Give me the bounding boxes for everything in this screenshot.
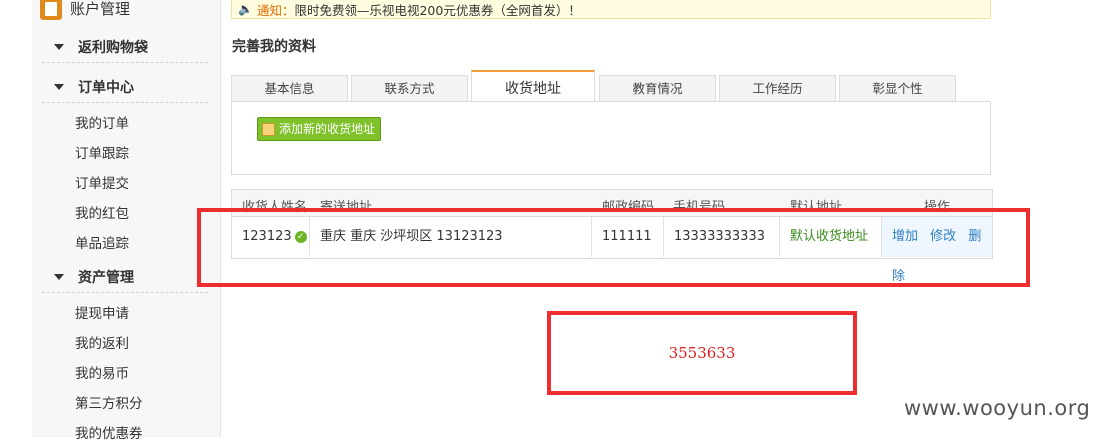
notice-link[interactable]: 限时免费领—乐视电视200元优惠券（全网首发）！ — [294, 0, 580, 19]
sidebar-item-order-tracking[interactable]: 订单跟踪 — [75, 142, 129, 162]
section-asset-management[interactable]: 资产管理 — [42, 262, 208, 293]
sidebar-item-my-rebate[interactable]: 我的返利 — [75, 332, 129, 352]
sidebar-item-item-tracking[interactable]: 单品追踪 — [75, 232, 129, 252]
annotation-box-id: 3553633 — [547, 311, 857, 395]
section-title: 返利购物袋 — [78, 40, 148, 56]
notice-bar: 🔈 通知： 限时免费领—乐视电视200元优惠券（全网首发）！ — [231, 0, 991, 19]
account-header[interactable]: 账户管理 — [40, 0, 130, 22]
annotation-id: 3553633 — [668, 344, 736, 362]
section-order-center[interactable]: 订单中心 — [42, 72, 208, 103]
tab-basic-info[interactable]: 基本信息 — [231, 75, 348, 102]
watermark: www.wooyun.org — [904, 396, 1091, 420]
tab-contact[interactable]: 联系方式 — [351, 75, 468, 102]
tab-education[interactable]: 教育情况 — [599, 75, 716, 102]
sidebar-item-withdraw[interactable]: 提现申请 — [75, 302, 129, 322]
section-rebate-bag[interactable]: 返利购物袋 — [42, 32, 208, 63]
account-icon — [40, 0, 62, 20]
add-address-label: 添加新的收货地址 — [279, 122, 376, 136]
section-title: 资产管理 — [78, 270, 134, 286]
triangle-down-icon — [54, 274, 64, 280]
tab-personality[interactable]: 彰显个性 — [839, 75, 956, 102]
triangle-down-icon — [54, 84, 64, 90]
triangle-down-icon — [54, 44, 64, 50]
sidebar: 账户管理 返利购物袋 订单中心 我的订单 订单跟踪 订单提交 我的红包 单品追踪… — [32, 0, 221, 442]
sidebar-item-my-coins[interactable]: 我的易币 — [75, 362, 129, 382]
tab-panel: 添加新的收货地址 — [231, 101, 991, 175]
account-title: 账户管理 — [70, 0, 131, 18]
address-book-icon — [262, 122, 275, 136]
tab-bar: 基本信息 联系方式 收货地址 教育情况 工作经历 彰显个性 — [231, 70, 991, 104]
sidebar-item-my-coupons[interactable]: 我的优惠券 — [75, 422, 143, 442]
sidebar-item-order-submit[interactable]: 订单提交 — [75, 172, 129, 192]
notice-label: 通知： — [256, 2, 295, 18]
section-title: 订单中心 — [78, 80, 134, 96]
add-address-button[interactable]: 添加新的收货地址 — [257, 117, 382, 141]
speaker-icon: 🔈 — [238, 2, 253, 16]
annotation-box-row — [197, 208, 1030, 287]
sidebar-item-red-packets[interactable]: 我的红包 — [75, 202, 129, 222]
tab-shipping-address[interactable]: 收货地址 — [471, 70, 595, 104]
sidebar-item-my-orders[interactable]: 我的订单 — [75, 112, 129, 132]
tab-work-experience[interactable]: 工作经历 — [719, 75, 836, 102]
sidebar-item-third-party-points[interactable]: 第三方积分 — [75, 392, 143, 412]
page-title: 完善我的资料 — [232, 39, 316, 55]
